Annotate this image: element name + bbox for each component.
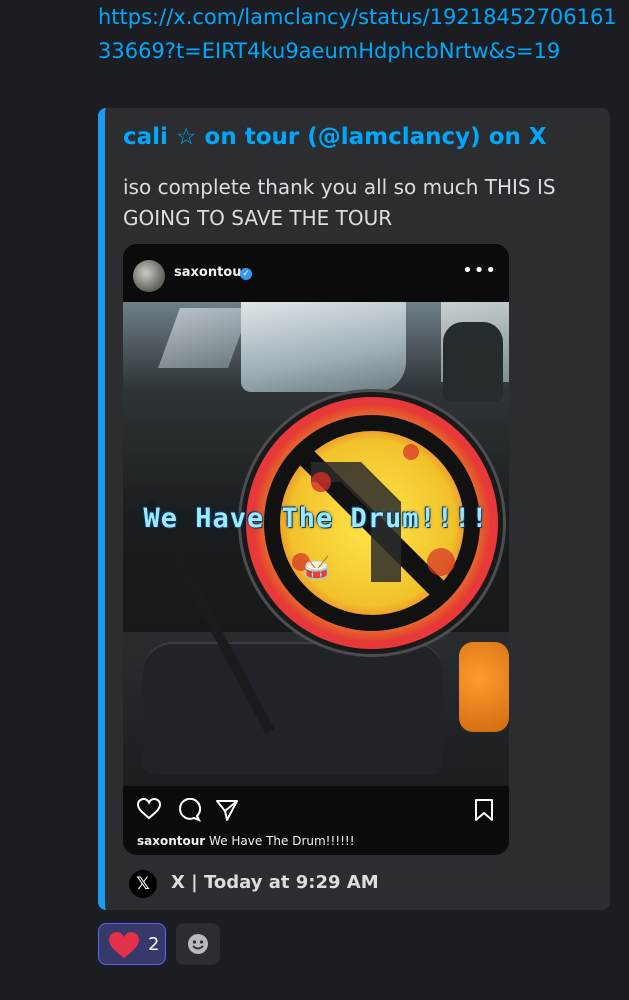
tweet-link[interactable]: https://x.com/lamclancy/status/192184527… [98, 0, 618, 68]
embed-footer: 𝕏 X | Today at 9:29 AM [129, 870, 389, 898]
overlay-caption: We Have The Drum!!!! [143, 503, 489, 534]
post-header: saxontour ✓ ••• [123, 244, 509, 302]
smiley-icon [187, 933, 209, 959]
bookmark-icon [473, 798, 495, 826]
link-embed: cali ☆ on tour (@lamclancy) on X iso com… [98, 108, 610, 910]
drum-emoji: 🥁 [303, 556, 331, 581]
headrest [443, 322, 503, 402]
avatar [133, 260, 165, 292]
car-window [158, 308, 250, 368]
caption-text: We Have The Drum!!!!!! [209, 834, 355, 848]
reaction-count: 2 [148, 934, 160, 955]
comment-icon [177, 797, 202, 826]
caption-username: saxontour [137, 834, 206, 848]
x-logo-icon: 𝕏 [129, 870, 157, 898]
share-icon [215, 798, 239, 826]
reaction-heart-button[interactable]: 2 [98, 923, 166, 965]
heart-emoji-icon [108, 931, 140, 963]
heart-icon [136, 797, 162, 824]
post-footer: saxontour We Have The Drum!!!!!! [123, 786, 509, 855]
post-caption: saxontour We Have The Drum!!!!!! [137, 834, 355, 848]
embed-author[interactable]: cali ☆ on tour (@lamclancy) on X [123, 124, 547, 150]
add-reaction-button[interactable] [176, 923, 220, 965]
car-seat-back [143, 642, 443, 774]
post-username: saxontour [174, 265, 248, 280]
post-photo: We Have The Drum!!!! 🥁 [123, 302, 509, 786]
embed-footer-text: X | Today at 9:29 AM [171, 872, 379, 893]
embed-image[interactable]: saxontour ✓ ••• We Have The Drum!!!! 🥁 s… [123, 244, 509, 855]
orange-bag [459, 642, 509, 732]
car-window [241, 302, 406, 392]
embed-description: iso complete thank you all so much THIS … [123, 175, 556, 230]
more-options-icon: ••• [462, 260, 497, 281]
verified-badge-icon: ✓ [240, 268, 252, 280]
